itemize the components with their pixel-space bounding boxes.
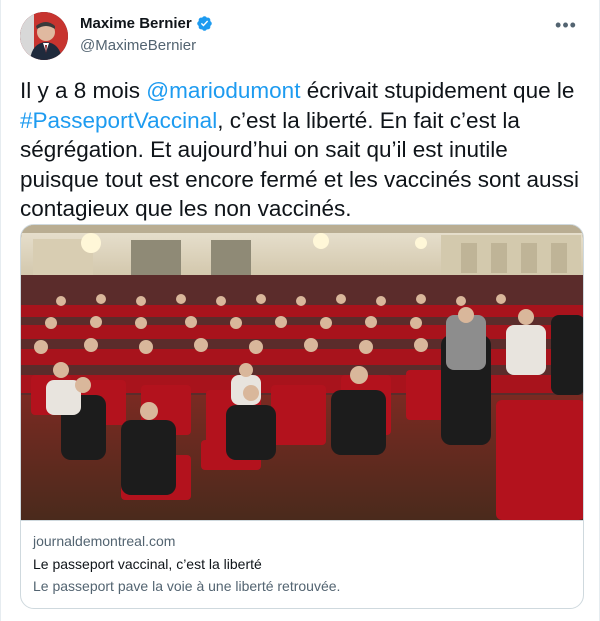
author-avatar[interactable] <box>20 12 68 60</box>
verified-badge-icon <box>196 16 212 31</box>
tweet-text-part2: écrivait stupidement que le <box>300 78 575 103</box>
hashtag-link[interactable]: #PasseportVaccinal <box>20 108 217 133</box>
link-card-domain: journaldemontreal.com <box>33 533 176 549</box>
author-display-name[interactable]: Maxime Bernier <box>80 15 192 32</box>
link-card-description: Le passeport pave la voie à une liberté … <box>33 578 341 594</box>
author-handle[interactable]: @MaximeBernier <box>80 37 196 54</box>
tweet-text-part1: Il y a 8 mois <box>20 78 147 103</box>
author-name-row: Maxime Bernier <box>80 15 213 32</box>
tweet: Maxime Bernier @MaximeBernier ••• Il y a… <box>0 0 600 621</box>
more-options-icon[interactable]: ••• <box>552 13 580 37</box>
tweet-text: Il y a 8 mois @mariodumont écrivait stup… <box>20 76 586 224</box>
link-card[interactable]: journaldemontreal.com Le passeport vacci… <box>20 224 584 609</box>
avatar-photo <box>20 12 68 60</box>
link-card-title: Le passeport vaccinal, c’est la liberté <box>33 556 262 572</box>
link-card-info: journaldemontreal.com Le passeport vacci… <box>21 520 583 608</box>
theater-audience-photo <box>21 225 583 520</box>
mention-link[interactable]: @mariodumont <box>146 78 300 103</box>
